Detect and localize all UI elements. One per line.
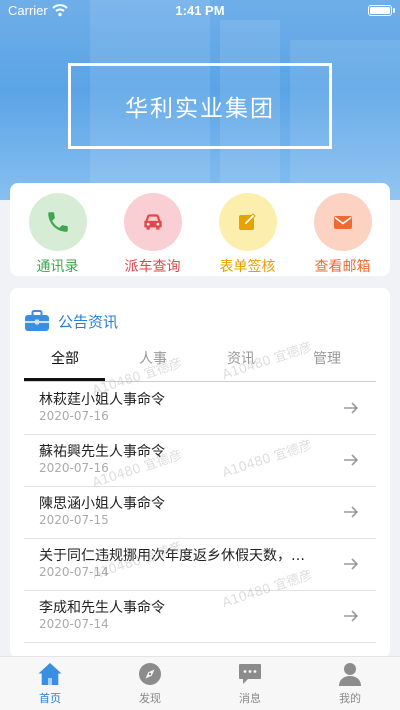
tab-label: 首页 bbox=[39, 692, 61, 705]
arrow-right-icon bbox=[344, 454, 359, 466]
quick-action-form-sign[interactable]: 表单签核 bbox=[204, 193, 292, 276]
briefcase-icon bbox=[25, 310, 49, 331]
item-date: 2020-07-14 bbox=[39, 617, 109, 631]
active-tab-indicator bbox=[24, 378, 105, 381]
item-date: 2020-07-15 bbox=[39, 513, 109, 527]
bottom-tab-bar: 首页 发现 消息 我的 bbox=[0, 656, 400, 710]
arrow-right-icon bbox=[344, 610, 359, 622]
status-bar: Carrier 1:41 PM bbox=[0, 0, 400, 22]
tab-label: 消息 bbox=[239, 692, 261, 705]
form-sign-icon bbox=[238, 213, 256, 230]
announcements-card: 公告资讯 全部 人事 资讯 管理 林萩莛小姐人事命令 2020-07-16 蘇祐… bbox=[10, 288, 390, 658]
battery-icon bbox=[368, 5, 392, 16]
item-title: 陳思涵小姐人事命令 bbox=[39, 496, 165, 512]
announcement-list: 林萩莛小姐人事命令 2020-07-16 蘇祐興先生人事命令 2020-07-1… bbox=[24, 383, 376, 643]
company-name: 华利实业集团 bbox=[125, 96, 275, 122]
quick-actions-card: 通讯录 派车查询 表单签核 查看邮箱 bbox=[10, 183, 390, 276]
quick-action-car-query[interactable]: 派车查询 bbox=[109, 193, 197, 276]
list-item[interactable]: 林萩莛小姐人事命令 2020-07-16 bbox=[24, 383, 376, 435]
item-date: 2020-07-14 bbox=[39, 565, 109, 579]
quick-action-icon-bg bbox=[28, 193, 87, 251]
list-item[interactable]: 蘇祐興先生人事命令 2020-07-16 bbox=[24, 435, 376, 487]
item-title: 林萩莛小姐人事命令 bbox=[39, 392, 165, 408]
tab-discover[interactable]: 发现 bbox=[100, 657, 200, 710]
arrow-right-icon bbox=[344, 506, 359, 518]
tab-messages[interactable]: 消息 bbox=[200, 657, 300, 710]
quick-action-label: 通讯录 bbox=[36, 259, 79, 275]
category-tabs: 全部 人事 资讯 管理 bbox=[24, 348, 376, 382]
item-title: 蘇祐興先生人事命令 bbox=[39, 444, 165, 460]
quick-action-label: 表单签核 bbox=[219, 259, 276, 275]
list-item[interactable]: 关于同仁违规挪用次年度返乡休假天数，… 2020-07-14 bbox=[24, 539, 376, 591]
arrow-right-icon bbox=[344, 402, 359, 414]
item-date: 2020-07-16 bbox=[39, 409, 109, 423]
user-icon bbox=[339, 663, 361, 686]
quick-action-label: 查看邮箱 bbox=[314, 259, 371, 275]
list-item[interactable]: 陳思涵小姐人事命令 2020-07-15 bbox=[24, 487, 376, 539]
item-title: 关于同仁违规挪用次年度返乡休假天数，… bbox=[39, 548, 305, 564]
quick-action-label: 派车查询 bbox=[124, 259, 181, 275]
arrow-right-icon bbox=[344, 558, 359, 570]
tab-management[interactable]: 管理 bbox=[286, 348, 368, 368]
list-item[interactable]: 李成和先生人事命令 2020-07-14 bbox=[24, 591, 376, 643]
item-title: 李成和先生人事命令 bbox=[39, 600, 165, 616]
home-icon bbox=[38, 663, 62, 685]
tab-label: 发现 bbox=[139, 692, 161, 705]
header-banner: Carrier 1:41 PM 华利实业集团 bbox=[0, 0, 400, 200]
tab-profile[interactable]: 我的 bbox=[300, 657, 400, 710]
message-icon bbox=[239, 664, 261, 684]
quick-action-icon-bg bbox=[218, 193, 277, 251]
clock: 1:41 PM bbox=[175, 3, 225, 18]
tab-label: 我的 bbox=[339, 692, 361, 705]
announcements-header: 公告资讯 bbox=[24, 308, 118, 334]
phone-icon bbox=[47, 212, 68, 232]
compass-icon bbox=[139, 663, 161, 685]
tab-all[interactable]: 全部 bbox=[24, 348, 106, 368]
quick-action-icon-bg bbox=[123, 193, 182, 251]
tab-home[interactable]: 首页 bbox=[0, 657, 100, 710]
car-icon bbox=[143, 214, 162, 230]
tab-personnel[interactable]: 人事 bbox=[112, 348, 194, 368]
announcements-title: 公告资讯 bbox=[58, 312, 119, 331]
item-date: 2020-07-16 bbox=[39, 461, 109, 475]
quick-action-mailbox[interactable]: 查看邮箱 bbox=[299, 193, 387, 276]
mail-icon bbox=[333, 216, 352, 229]
tab-news[interactable]: 资讯 bbox=[200, 348, 282, 368]
company-title-box: 华利实业集团 bbox=[68, 63, 332, 149]
quick-action-icon-bg bbox=[313, 193, 372, 251]
quick-action-contacts[interactable]: 通讯录 bbox=[14, 193, 102, 276]
battery-tip bbox=[393, 8, 395, 13]
